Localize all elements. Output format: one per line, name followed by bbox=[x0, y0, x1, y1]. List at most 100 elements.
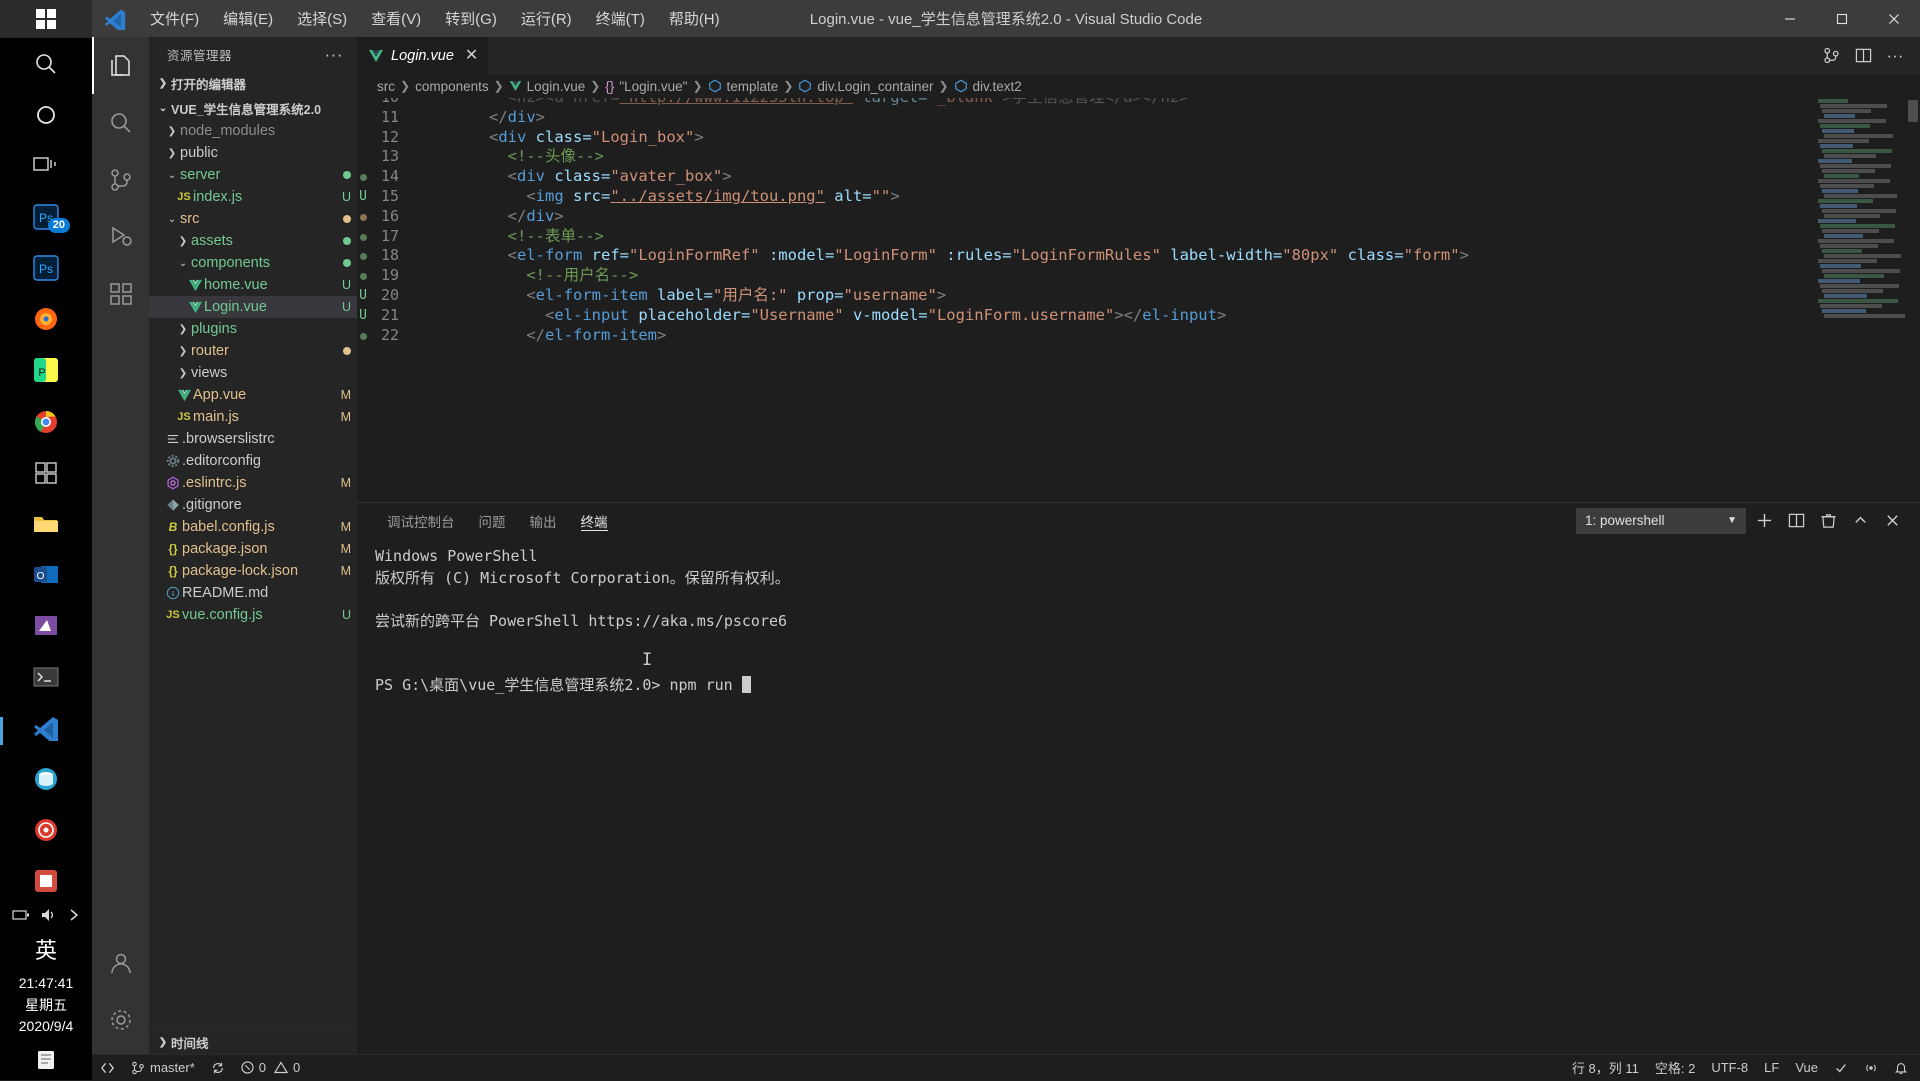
chevron-down-icon[interactable]: ⌄ bbox=[164, 214, 180, 225]
panel-tab-debug-console[interactable]: 调试控制台 bbox=[377, 503, 465, 538]
taskbar-extensions-icon[interactable] bbox=[0, 447, 92, 498]
tree-item-assets[interactable]: ❯assets bbox=[149, 230, 357, 252]
taskbar-explorer-icon[interactable] bbox=[0, 498, 92, 549]
tree-item-main-js[interactable]: JSmain.jsM bbox=[149, 406, 357, 428]
activity-source-control[interactable] bbox=[92, 151, 149, 208]
scrollbar-thumb[interactable] bbox=[1908, 100, 1918, 122]
taskbar-vscode-icon[interactable] bbox=[0, 703, 92, 754]
tree-item-views[interactable]: ❯views bbox=[149, 362, 357, 384]
status-cursor-position[interactable]: 行 8，列 11 bbox=[1564, 1055, 1647, 1081]
ime-indicator[interactable]: 英 bbox=[35, 929, 57, 967]
tree-item-public[interactable]: ❯public bbox=[149, 142, 357, 164]
breadcrumb-div-text2[interactable]: div.text2 bbox=[954, 79, 1022, 94]
tree-item-plugins[interactable]: ❯plugins bbox=[149, 318, 357, 340]
tree-item-src[interactable]: ⌄src bbox=[149, 208, 357, 230]
breadcrumb-template[interactable]: template bbox=[708, 79, 779, 94]
maximize-button[interactable] bbox=[1816, 0, 1868, 37]
status-language-mode[interactable]: Vue bbox=[1787, 1055, 1826, 1081]
taskbar-photoshop-icon[interactable]: Ps 20 bbox=[0, 192, 92, 243]
chevron-right-icon[interactable]: ❯ bbox=[175, 324, 191, 335]
kill-terminal-icon[interactable] bbox=[1814, 507, 1842, 535]
activity-accounts[interactable] bbox=[92, 934, 149, 991]
chevron-right-icon[interactable]: ❯ bbox=[175, 368, 191, 379]
status-problems[interactable]: 0 0 bbox=[233, 1055, 308, 1081]
status-live-share[interactable] bbox=[1856, 1055, 1886, 1081]
breadcrumb-symbol-file[interactable]: {} "Login.vue" bbox=[605, 79, 687, 94]
taskbar-pycharm-icon[interactable]: P bbox=[0, 345, 92, 396]
chevron-right-icon[interactable]: ❯ bbox=[164, 126, 180, 137]
status-sync-changes[interactable] bbox=[203, 1055, 233, 1081]
tray-icons-row[interactable] bbox=[0, 907, 92, 923]
taskbar-app-icon[interactable] bbox=[0, 856, 92, 907]
taskbar-chrome-icon[interactable] bbox=[0, 396, 92, 447]
taskbar-wechat-icon[interactable] bbox=[0, 805, 92, 856]
section-open-editors[interactable]: ❯ 打开的编辑器 bbox=[149, 72, 357, 95]
menu-run[interactable]: 运行(R) bbox=[509, 4, 584, 33]
taskbar-firefox-icon[interactable] bbox=[0, 294, 92, 345]
ellipsis-icon[interactable]: ··· bbox=[319, 50, 349, 60]
menu-help[interactable]: 帮助(H) bbox=[657, 4, 732, 33]
tree-item-router[interactable]: ❯router bbox=[149, 340, 357, 362]
more-actions-icon[interactable]: ··· bbox=[1880, 37, 1910, 74]
code-editor[interactable]: 10 <h2><a href="http://www.112233ln.top"… bbox=[357, 98, 1920, 502]
status-encoding[interactable]: UTF-8 bbox=[1703, 1055, 1756, 1081]
menu-selection[interactable]: 选择(S) bbox=[285, 4, 359, 33]
chevron-right-icon[interactable]: ❯ bbox=[175, 346, 191, 357]
tree-item-readme-md[interactable]: iREADME.md bbox=[149, 582, 357, 604]
tree-item-node-modules[interactable]: ❯node_modules bbox=[149, 120, 357, 142]
taskbar-terminal-icon[interactable] bbox=[0, 651, 92, 702]
status-remote-indicator[interactable] bbox=[92, 1055, 123, 1081]
tree-item-gitignore[interactable]: .gitignore bbox=[149, 494, 357, 516]
tree-item-login-vue[interactable]: Login.vueU bbox=[149, 296, 357, 318]
new-terminal-icon[interactable] bbox=[1750, 507, 1778, 535]
tree-item-eslintrc-js[interactable]: .eslintrc.jsM bbox=[149, 472, 357, 494]
breadcrumb-components[interactable]: components bbox=[415, 79, 489, 94]
minimize-button[interactable] bbox=[1764, 0, 1816, 37]
terminal-output[interactable]: Windows PowerShell版权所有 (C) Microsoft Cor… bbox=[357, 538, 1920, 1054]
activity-search[interactable] bbox=[92, 94, 149, 151]
editor-scrollbar[interactable] bbox=[1906, 98, 1920, 502]
section-project-root[interactable]: ⌄ VUE_学生信息管理系统2.0 bbox=[149, 97, 357, 120]
tree-item-package-lock-json[interactable]: {}package-lock.jsonM bbox=[149, 560, 357, 582]
chevron-right-icon[interactable]: ❯ bbox=[175, 236, 191, 247]
status-eol[interactable]: LF bbox=[1756, 1055, 1787, 1081]
activity-run-debug[interactable] bbox=[92, 208, 149, 265]
tree-item-babel-config-js[interactable]: Bbabel.config.jsM bbox=[149, 516, 357, 538]
start-button[interactable] bbox=[0, 0, 92, 38]
close-panel-icon[interactable] bbox=[1878, 507, 1906, 535]
close-button[interactable] bbox=[1868, 0, 1920, 37]
activity-settings[interactable] bbox=[92, 991, 149, 1048]
taskbar-photoshop2-icon[interactable]: Ps bbox=[0, 243, 92, 294]
activity-extensions[interactable] bbox=[92, 265, 149, 322]
tree-item-server[interactable]: ⌄server bbox=[149, 164, 357, 186]
tree-item-package-json[interactable]: {}package.jsonM bbox=[149, 538, 357, 560]
show-desktop-button[interactable] bbox=[0, 1050, 92, 1074]
taskbar-clock[interactable]: 21:47:41 星期五 2020/9/4 bbox=[19, 973, 74, 1044]
taskbar-editor-icon[interactable] bbox=[0, 600, 92, 651]
tree-item-vue-config-js[interactable]: JSvue.config.jsU bbox=[149, 604, 357, 626]
terminal-selector[interactable]: 1: powershell ▼ bbox=[1576, 508, 1746, 534]
taskbar-outlook-icon[interactable]: O bbox=[0, 549, 92, 600]
taskbar-task-view-icon[interactable] bbox=[0, 141, 92, 192]
breadcrumb-src[interactable]: src bbox=[377, 79, 395, 94]
status-prettier[interactable] bbox=[1826, 1055, 1856, 1081]
chevron-down-icon[interactable]: ⌄ bbox=[175, 258, 191, 269]
close-icon[interactable]: ✕ bbox=[465, 48, 478, 64]
tree-item-editorconfig[interactable]: .editorconfig bbox=[149, 450, 357, 472]
menu-terminal[interactable]: 终端(T) bbox=[584, 4, 657, 33]
breadcrumb-file[interactable]: Login.vue bbox=[509, 79, 586, 94]
status-notifications[interactable] bbox=[1886, 1055, 1920, 1081]
panel-tab-problems[interactable]: 问题 bbox=[469, 503, 516, 538]
menu-edit[interactable]: 编辑(E) bbox=[211, 4, 285, 33]
panel-tab-terminal[interactable]: 终端 bbox=[571, 503, 618, 538]
panel-tab-output[interactable]: 输出 bbox=[520, 503, 567, 538]
tree-item-app-vue[interactable]: App.vueM bbox=[149, 384, 357, 406]
tree-item-components[interactable]: ⌄components bbox=[149, 252, 357, 274]
activity-explorer[interactable] bbox=[92, 37, 149, 94]
taskbar-cortana-icon[interactable] bbox=[0, 89, 92, 140]
menu-view[interactable]: 查看(V) bbox=[359, 4, 433, 33]
tree-item-browserslistrc[interactable]: .browserslistrc bbox=[149, 428, 357, 450]
status-git-branch[interactable]: master* bbox=[123, 1055, 203, 1081]
tree-item-home-vue[interactable]: home.vueU bbox=[149, 274, 357, 296]
status-indentation[interactable]: 空格: 2 bbox=[1647, 1055, 1703, 1081]
